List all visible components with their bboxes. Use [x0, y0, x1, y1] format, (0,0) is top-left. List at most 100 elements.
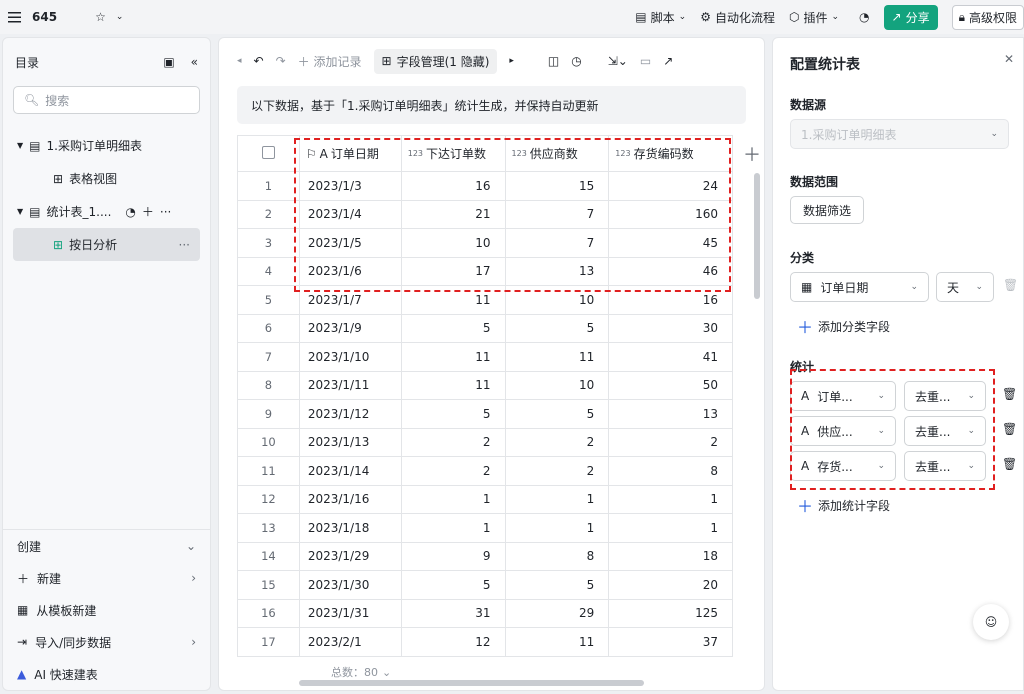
assistant-bot-icon[interactable]: ☺ [973, 604, 1009, 640]
cell-orders[interactable]: 2 [400, 456, 506, 486]
cell-suppliers[interactable]: 13 [504, 256, 610, 286]
cell-items[interactable]: 8 [608, 456, 733, 486]
undo-icon[interactable]: ↶ [254, 54, 264, 68]
row-index[interactable]: 17 [237, 627, 300, 657]
cell-items[interactable]: 125 [608, 598, 733, 628]
row-index[interactable]: 13 [237, 513, 300, 543]
menu-icon[interactable] [8, 11, 22, 23]
cell-items[interactable]: 50 [608, 370, 733, 400]
tree-item-grid-view[interactable]: ⊞ 表格视图 [3, 162, 210, 195]
search-input[interactable]: 🔍︎ 搜索 [13, 86, 200, 114]
cell-suppliers[interactable]: 7 [504, 199, 610, 229]
cell-suppliers[interactable]: 2 [504, 456, 610, 486]
cell-items[interactable]: 30 [608, 313, 733, 343]
import-sync-button[interactable]: ⇥ 导入/同步数据 › [3, 626, 210, 658]
redo-icon[interactable]: ↷ [276, 54, 286, 68]
cell-order-date[interactable]: 2023/1/31 [298, 598, 402, 628]
col-header-order-date[interactable]: ⚐ A 订单日期 [298, 135, 402, 172]
cell-orders[interactable]: 21 [400, 199, 506, 229]
cell-items[interactable]: 2 [608, 427, 733, 457]
table-row[interactable]: 11 2023/1/14 2 2 8 [237, 456, 765, 486]
cell-suppliers[interactable]: 8 [504, 541, 610, 571]
sync-status-icon[interactable]: ◔ [859, 10, 869, 24]
caret-down-icon[interactable]: ▼ [17, 141, 23, 150]
horizontal-scrollbar[interactable] [299, 680, 644, 686]
cell-order-date[interactable]: 2023/1/18 [298, 513, 402, 543]
create-section-header[interactable]: 创建 ⌄ [3, 530, 210, 562]
cell-items[interactable]: 1 [608, 513, 733, 543]
caret-down-icon[interactable]: ▼ [17, 207, 23, 216]
collapse-icon[interactable]: « [191, 55, 198, 69]
cell-suppliers[interactable]: 29 [504, 598, 610, 628]
cell-order-date[interactable]: 2023/1/10 [298, 342, 402, 372]
chevron-down-icon[interactable]: ⌄ [116, 12, 124, 22]
row-index[interactable]: 16 [237, 598, 300, 628]
stat-method-select[interactable]: 去重... ⌄ [904, 381, 986, 411]
col-header-items[interactable]: 123 存货编码数 [608, 135, 733, 172]
add-icon[interactable]: ＋ [142, 203, 154, 220]
cell-items[interactable]: 20 [608, 570, 733, 600]
cell-suppliers[interactable]: 1 [504, 484, 610, 514]
row-index[interactable]: 9 [237, 399, 300, 429]
row-index[interactable]: 12 [237, 484, 300, 514]
delete-group-icon[interactable]: 🗑︎ [1003, 278, 1018, 292]
export-icon[interactable]: ⇲⌄ [608, 54, 628, 68]
cell-orders[interactable]: 17 [400, 256, 506, 286]
add-column-icon[interactable]: ＋ [732, 135, 764, 172]
cell-items[interactable]: 13 [608, 399, 733, 429]
table-row[interactable]: 16 2023/1/31 31 29 125 [237, 598, 765, 628]
tree-item-stats-table[interactable]: ▼ ▤ 统计表_1.... ◔ ＋ ··· [3, 195, 210, 228]
stat-method-select[interactable]: 去重... ⌄ [904, 451, 986, 481]
table-row[interactable]: 9 2023/1/12 5 5 13 [237, 399, 765, 429]
delete-stat-icon[interactable]: 🗑︎ [1002, 457, 1017, 471]
table-row[interactable]: 7 2023/1/10 11 11 41 [237, 342, 765, 372]
cell-order-date[interactable]: 2023/1/12 [298, 399, 402, 429]
cell-items[interactable]: 41 [608, 342, 733, 372]
row-index[interactable]: 4 [237, 256, 300, 286]
table-row[interactable]: 14 2023/1/29 9 8 18 [237, 541, 765, 571]
cell-items[interactable]: 37 [608, 627, 733, 657]
cell-suppliers[interactable]: 5 [504, 313, 610, 343]
more-icon[interactable]: ··· [179, 238, 200, 252]
cell-suppliers[interactable]: 11 [504, 342, 610, 372]
cell-items[interactable]: 1 [608, 484, 733, 514]
cell-order-date[interactable]: 2023/1/6 [298, 256, 402, 286]
table-row[interactable]: 3 2023/1/5 10 7 45 [237, 228, 765, 258]
star-icon[interactable]: ☆ [95, 10, 106, 24]
cell-items[interactable]: 16 [608, 285, 733, 315]
history-icon[interactable]: ◷ [571, 54, 581, 68]
cell-order-date[interactable]: 2023/1/5 [298, 228, 402, 258]
table-row[interactable]: 13 2023/1/18 1 1 1 [237, 513, 765, 543]
cell-order-date[interactable]: 2023/1/3 [298, 171, 402, 201]
cell-suppliers[interactable]: 10 [504, 370, 610, 400]
stat-field-select[interactable]: A 存货... ⌄ [790, 451, 896, 481]
stat-field-select[interactable]: A 供应... ⌄ [790, 416, 896, 446]
delete-stat-icon[interactable]: 🗑︎ [1002, 387, 1017, 401]
cell-orders[interactable]: 1 [400, 513, 506, 543]
new-from-template-button[interactable]: ▦ 从模板新建 [3, 594, 210, 626]
cell-suppliers[interactable]: 1 [504, 513, 610, 543]
cell-suppliers[interactable]: 5 [504, 570, 610, 600]
script-button[interactable]: ▤ 脚本 ⌄ [635, 9, 686, 26]
share-view-icon[interactable]: ↗ [663, 54, 673, 68]
automation-button[interactable]: ⚙ 自动化流程 [700, 9, 775, 26]
stat-method-select[interactable]: 去重... ⌄ [904, 416, 986, 446]
field-manage-button[interactable]: ⊞ 字段管理(1 隐藏) [373, 48, 498, 74]
cell-suppliers[interactable]: 7 [504, 228, 610, 258]
cell-orders[interactable]: 5 [400, 313, 506, 343]
tree-item-daily-analysis[interactable]: ⊞ 按日分析 ··· [13, 228, 200, 261]
new-button[interactable]: ＋ 新建 › [3, 562, 210, 594]
share-button[interactable]: ↗ 分享 [883, 4, 938, 30]
table-row[interactable]: 1 2023/1/3 16 15 24 [237, 171, 765, 201]
row-index[interactable]: 3 [237, 228, 300, 258]
row-index[interactable]: 14 [237, 541, 300, 571]
form-icon[interactable]: ▭ [640, 54, 651, 68]
advanced-permission-button[interactable]: 🔒︎ 高级权限 [951, 4, 1024, 30]
cell-items[interactable]: 45 [608, 228, 733, 258]
table-row[interactable]: 2 2023/1/4 21 7 160 [237, 199, 765, 229]
cell-suppliers[interactable]: 11 [504, 627, 610, 657]
close-icon[interactable]: ✕ [1004, 52, 1014, 66]
tree-item-purchase-orders[interactable]: ▼ ▤ 1.采购订单明细表 [3, 129, 210, 162]
add-group-field-button[interactable]: ＋添加分类字段 [797, 314, 890, 338]
panel-toggle-icon[interactable]: ▣ [163, 55, 174, 69]
